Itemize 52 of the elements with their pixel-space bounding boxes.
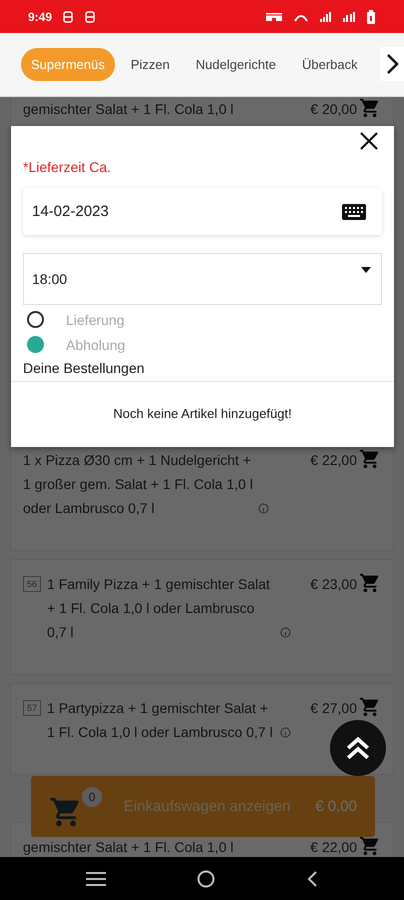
item-description: gemischter Salat + 1 Fl. Cola 1,0 l: [23, 838, 234, 857]
item-description: 1 x Pizza Ø30 cm + 1 Nudelgericht + 1 großer gem. Salat + 1 Fl. Cola 1,0 l oder Lambrusco 0,7 l: [23, 451, 254, 518]
field-label: *Lieferzeit Ca.: [23, 158, 112, 176]
info-icon[interactable]: [280, 627, 291, 638]
time-dropdown[interactable]: 18:00: [23, 253, 382, 305]
next-arrow-button[interactable]: [380, 47, 404, 81]
item-description: gemischter Salat + 1 Fl. Cola 1,0 l: [23, 100, 234, 119]
cart-count-badge: 0: [82, 786, 102, 806]
category-tab[interactable]: Pizzen: [120, 48, 180, 81]
item-price: € 22,00: [310, 838, 357, 857]
double-chevron-up-icon: [345, 735, 371, 761]
home-button[interactable]: [197, 870, 216, 888]
back-button[interactable]: [307, 870, 318, 886]
item-description: 1 Partypizza + 1 gemischter Salat + 1 Fl. Cola 1,0 l oder Lambrusco 0,7 l: [47, 699, 274, 742]
add-to-cart-icon[interactable]: [359, 572, 381, 594]
battery-icon: [366, 10, 376, 24]
chevron-right-icon: [385, 53, 399, 75]
close-icon: [358, 130, 380, 152]
add-to-cart-icon[interactable]: [359, 835, 381, 857]
signal-icon: [319, 10, 332, 22]
radio-button[interactable]: [27, 336, 44, 353]
radio-button[interactable]: [27, 311, 44, 328]
cart-total: € 0,00: [315, 798, 357, 815]
add-to-cart-icon[interactable]: [359, 696, 381, 718]
menu-button[interactable]: [86, 870, 106, 886]
menu-icon: [86, 870, 106, 886]
keyboard-icon[interactable]: [342, 204, 366, 220]
back-icon: [307, 870, 318, 886]
notification-icon: [62, 10, 74, 22]
item-price: € 22,00: [310, 451, 357, 470]
notification-icon: [84, 10, 96, 22]
category-tab[interactable]: Überback: [292, 48, 368, 81]
signal-icon: [342, 10, 356, 22]
item-number: 57: [23, 700, 42, 716]
item-price: € 27,00: [310, 699, 357, 718]
category-tab[interactable]: Nudelgerichte: [186, 48, 286, 81]
info-icon[interactable]: [280, 727, 291, 738]
clock-time: 9:49: [28, 10, 52, 24]
date-field[interactable]: 14-02-2023: [23, 188, 382, 235]
add-to-cart-icon[interactable]: [359, 448, 381, 470]
item-number: 56: [23, 576, 42, 592]
info-icon[interactable]: [258, 503, 269, 514]
add-to-cart-icon[interactable]: [359, 97, 381, 119]
item-price: € 20,00: [310, 100, 357, 119]
item-description: 1 Family Pizza + 1 gemischter Salat + 1 Fl. Cola 1,0 l oder Lambrusco 0,7 l: [47, 575, 271, 642]
home-icon: [197, 870, 216, 888]
orders-heading: Deine Bestellungen: [23, 359, 146, 378]
cart-label: Einkaufswagen anzeigen: [122, 798, 292, 815]
close-button[interactable]: [358, 130, 380, 152]
empty-cart-message: Noch keine Artikel hinzugefügt!: [112, 405, 293, 423]
item-price: € 23,00: [310, 575, 357, 594]
dropdown-caret-icon: [361, 267, 371, 273]
